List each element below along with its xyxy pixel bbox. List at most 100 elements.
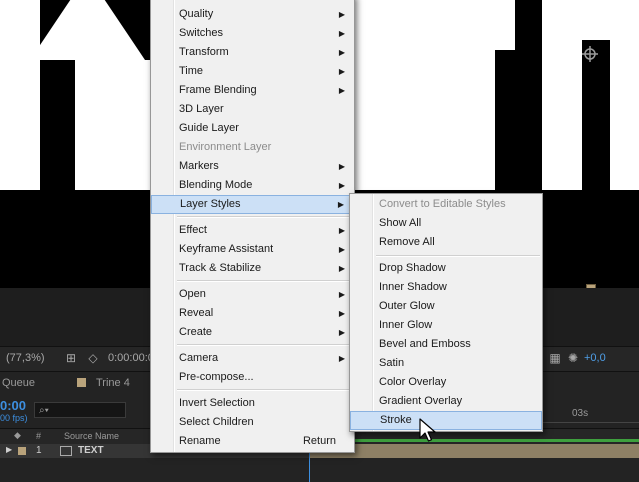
menu-item-outer-glow[interactable]: Outer Glow xyxy=(350,297,542,316)
menu-item-keyframe-assistant[interactable]: Keyframe Assistant ▶ xyxy=(151,240,354,259)
menu-item-inner-glow[interactable]: Inner Glow xyxy=(350,316,542,335)
menu-item-time[interactable]: Time ▶ xyxy=(151,62,354,81)
menu-item-blending-mode[interactable]: Blending Mode ▶ xyxy=(151,176,354,195)
tab-render-queue[interactable]: Queue xyxy=(2,377,35,389)
menu-label: Frame Blending xyxy=(179,84,257,96)
submenu-arrow-icon: ▶ xyxy=(338,226,345,235)
mask-icon[interactable]: ◇ xyxy=(86,351,100,365)
anchor-point-icon[interactable] xyxy=(582,46,598,62)
label-column-icon: ◆ xyxy=(14,430,21,440)
menu-label: Create xyxy=(179,326,213,338)
menu-item-pre-compose[interactable]: Pre-compose... xyxy=(151,368,354,387)
menu-label: Keyframe Assistant xyxy=(179,243,274,255)
menu-item-effect[interactable]: Effect ▶ xyxy=(151,221,354,240)
layer-context-menu: Quality ▶ Switches ▶ Transform ▶ Time ▶ Fram… xyxy=(150,0,355,453)
menu-label: Time xyxy=(179,65,204,77)
menu-item-transform[interactable]: Transform ▶ xyxy=(151,43,354,62)
menu-item-remove-all[interactable]: Remove All xyxy=(350,233,542,252)
menu-item-invert-selection[interactable]: Invert Selection xyxy=(151,394,354,413)
menu-item-environment-layer: Environment Layer xyxy=(151,138,354,157)
exposure-offset[interactable]: +0,0 xyxy=(584,352,606,364)
menu-item-switches[interactable]: Switches ▶ xyxy=(151,24,354,43)
layer-number: 1 xyxy=(36,445,42,456)
menu-item-stroke[interactable]: Stroke xyxy=(350,411,542,430)
menu-item-bevel-emboss[interactable]: Bevel and Emboss xyxy=(350,335,542,354)
menu-separator xyxy=(177,344,352,346)
letter-artwork xyxy=(30,0,145,60)
submenu-arrow-icon: ▶ xyxy=(338,29,345,38)
menu-item-select-children[interactable]: Select Children xyxy=(151,413,354,432)
menu-item-frame-blending[interactable]: Frame Blending ▶ xyxy=(151,81,354,100)
work-area-bar[interactable] xyxy=(310,439,639,442)
timeline-timecode[interactable]: 0:00 xyxy=(0,398,26,413)
grid-toggle-icon[interactable]: ▦ xyxy=(548,351,562,365)
letter-artwork xyxy=(0,0,40,190)
menu-label: Pre-compose... xyxy=(179,371,254,383)
menu-label: Inner Glow xyxy=(379,319,433,331)
menu-item-camera[interactable]: Camera ▶ xyxy=(151,349,354,368)
menu-label: Open xyxy=(179,288,206,300)
menu-item-layer-styles[interactable]: Layer Styles ▶ xyxy=(151,195,354,214)
menu-item-gradient-overlay[interactable]: Gradient Overlay xyxy=(350,392,542,411)
search-icon: ⌕▾ xyxy=(39,405,49,416)
menu-label: Track & Stabilize xyxy=(179,262,262,274)
menu-label: Convert to Editable Styles xyxy=(379,198,506,210)
menu-item-3d-layer[interactable]: 3D Layer xyxy=(151,100,354,119)
menu-item-create[interactable]: Create ▶ xyxy=(151,323,354,342)
menu-label: Select Children xyxy=(179,416,254,428)
menu-item-inner-shadow[interactable]: Inner Shadow xyxy=(350,278,542,297)
expand-arrow-icon[interactable]: ▶ xyxy=(6,445,12,454)
menu-label: 3D Layer xyxy=(179,103,224,115)
letter-artwork xyxy=(355,0,515,50)
menu-label: Satin xyxy=(379,357,405,369)
tab-composition[interactable]: Trine 4 xyxy=(96,377,130,389)
letter-artwork xyxy=(610,40,639,190)
menu-item-rename[interactable]: Rename Return xyxy=(151,432,354,451)
layer-duration-bar[interactable] xyxy=(310,444,639,458)
reset-exposure-icon[interactable]: ✺ xyxy=(566,351,580,365)
submenu-arrow-icon: ▶ xyxy=(338,328,345,337)
label-color-icon[interactable] xyxy=(18,447,26,455)
menu-label: Quality xyxy=(179,8,214,20)
layer-search-input[interactable]: ⌕▾ xyxy=(34,402,126,418)
menu-label: Rename xyxy=(179,435,221,447)
menu-label: Switches xyxy=(179,27,224,39)
submenu-arrow-icon: ▶ xyxy=(338,67,345,76)
menu-item-satin[interactable]: Satin xyxy=(350,354,542,373)
submenu-arrow-icon: ▶ xyxy=(338,86,345,95)
letter-artwork xyxy=(542,0,582,190)
submenu-arrow-icon: ▶ xyxy=(338,354,345,363)
letter-artwork xyxy=(355,50,495,190)
menu-item-markers[interactable]: Markers ▶ xyxy=(151,157,354,176)
submenu-arrow-icon: ▶ xyxy=(338,245,345,254)
menu-separator xyxy=(376,255,540,257)
menu-label: Bevel and Emboss xyxy=(379,338,471,350)
menu-label: Blending Mode xyxy=(179,179,253,191)
menu-label: Environment Layer xyxy=(179,141,272,153)
menu-item-color-overlay[interactable]: Color Overlay xyxy=(350,373,542,392)
menu-label: Inner Shadow xyxy=(379,281,447,293)
menu-separator xyxy=(177,216,352,218)
menu-label: Transform xyxy=(179,46,229,58)
layer-name[interactable]: TEXT xyxy=(78,445,104,456)
menu-label: Show All xyxy=(379,217,422,229)
menu-label: Gradient Overlay xyxy=(379,395,463,407)
menu-label: Drop Shadow xyxy=(379,262,446,274)
menu-item-reveal[interactable]: Reveal ▶ xyxy=(151,304,354,323)
letter-artwork xyxy=(75,60,113,190)
menu-item-guide-layer[interactable]: Guide Layer xyxy=(151,119,354,138)
menu-label: Effect xyxy=(179,224,207,236)
menu-item-show-all[interactable]: Show All xyxy=(350,214,542,233)
zoom-level[interactable]: (77,3%) xyxy=(6,352,45,364)
menu-item-convert-editable-styles: Convert to Editable Styles xyxy=(350,195,542,214)
menu-item-quality[interactable]: Quality ▶ xyxy=(151,5,354,24)
menu-item-open[interactable]: Open ▶ xyxy=(151,285,354,304)
layer-handle-icon[interactable] xyxy=(586,284,596,288)
grid-icon[interactable]: ⊞ xyxy=(64,351,78,365)
layer-styles-submenu: Convert to Editable Styles Show All Remo… xyxy=(349,193,543,432)
text-layer-icon xyxy=(60,446,72,456)
column-source-name[interactable]: Source Name xyxy=(64,431,119,441)
menu-label: Reveal xyxy=(179,307,214,319)
menu-item-drop-shadow[interactable]: Drop Shadow xyxy=(350,259,542,278)
menu-item-track-stabilize[interactable]: Track & Stabilize ▶ xyxy=(151,259,354,278)
